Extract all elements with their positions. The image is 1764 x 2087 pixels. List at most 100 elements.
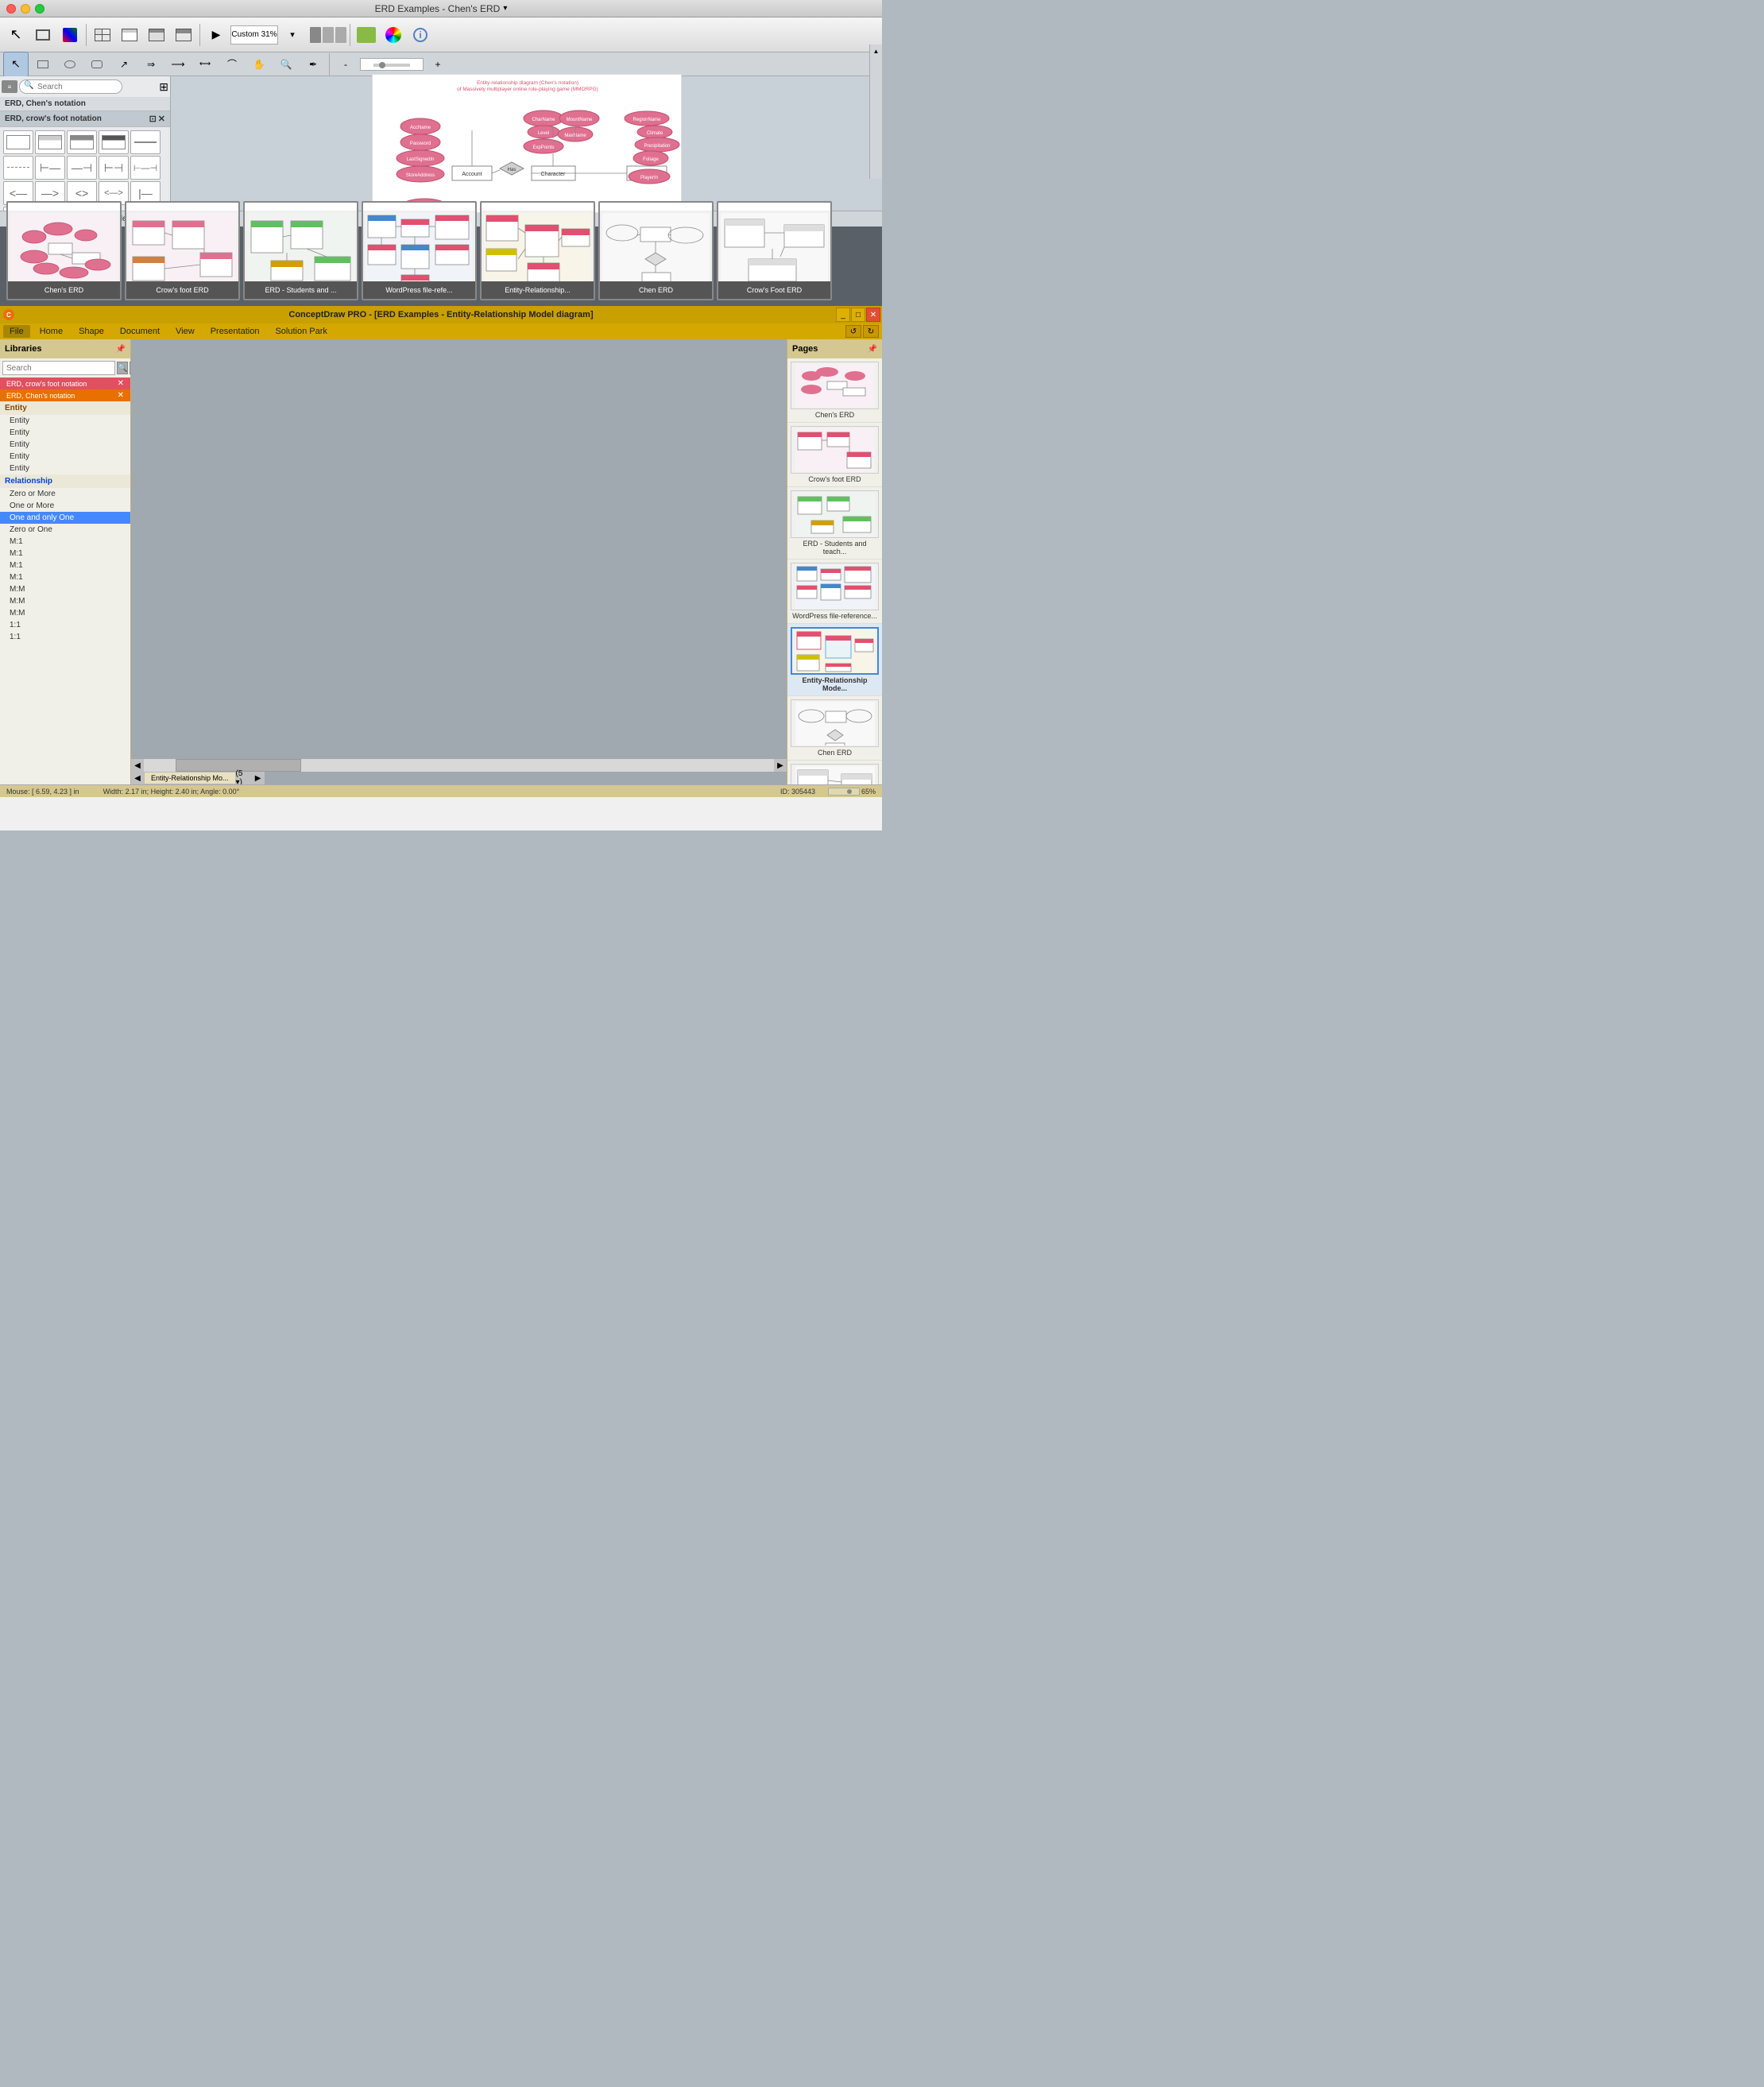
sidebar-section-chen[interactable]: ERD, Chen's notation bbox=[0, 97, 170, 111]
page-thumb-chens[interactable]: Chen's ERD bbox=[787, 358, 882, 423]
lib-m1-4[interactable]: M:1 bbox=[0, 571, 130, 583]
page-thumb-crowsfoot[interactable]: Crow's foot ERD bbox=[787, 423, 882, 487]
zoom-slider[interactable] bbox=[360, 58, 424, 71]
thumb-students-erd[interactable]: ERD - Students and ... bbox=[243, 201, 358, 300]
dropdown-arrow[interactable]: ▾ bbox=[503, 4, 507, 13]
section-crowsfoot-close[interactable]: ✕ bbox=[158, 114, 165, 124]
lib-mm-2[interactable]: M:M bbox=[0, 595, 130, 607]
menu-view[interactable]: View bbox=[169, 325, 201, 338]
tool-connector[interactable]: ⌒ bbox=[219, 52, 245, 77]
sidebar-section-crowsfoot[interactable]: ERD, crow's foot notation ⊡ ✕ bbox=[0, 111, 170, 127]
menu-presentation[interactable]: Presentation bbox=[204, 325, 266, 338]
lib-search-input[interactable] bbox=[2, 361, 115, 375]
win-maximize-btn[interactable]: □ bbox=[851, 308, 865, 322]
toolbar-btn-table[interactable] bbox=[90, 22, 115, 48]
menu-solution-park[interactable]: Solution Park bbox=[269, 325, 333, 338]
lib-entity-2[interactable]: Entity bbox=[0, 427, 130, 439]
scroll-left-btn[interactable]: ◀ bbox=[131, 759, 144, 772]
shape-item-entity-1[interactable] bbox=[3, 130, 33, 154]
tool-oval[interactable] bbox=[57, 52, 83, 77]
toolbar-btn-table2[interactable] bbox=[117, 22, 142, 48]
lib-mm-1[interactable]: M:M bbox=[0, 583, 130, 595]
page-view-btn-2[interactable] bbox=[323, 27, 334, 43]
shape-item-arrow-2[interactable]: —⊣ bbox=[67, 156, 97, 180]
lib-zero-or-more[interactable]: Zero or More bbox=[0, 488, 130, 500]
zoom-dropdown[interactable]: ▾ bbox=[280, 22, 305, 48]
lib-entity-5[interactable]: Entity bbox=[0, 463, 130, 474]
menu-document[interactable]: Document bbox=[114, 325, 166, 338]
toolbar-color-wheel[interactable] bbox=[381, 22, 406, 48]
toolbar-btn-table3[interactable] bbox=[144, 22, 169, 48]
toolbar-btn-rect[interactable] bbox=[30, 22, 56, 48]
lib-11-2[interactable]: 1:1 bbox=[0, 631, 130, 643]
close-button[interactable] bbox=[6, 4, 16, 14]
tool-arrow4[interactable]: ⟷ bbox=[192, 52, 218, 77]
right-scrollbar[interactable]: ▲ bbox=[869, 45, 882, 179]
lib-item-crowsfoot[interactable]: ERD, crow's foot notation ✕ bbox=[0, 378, 130, 389]
zoom-in-btn[interactable]: + bbox=[425, 52, 451, 77]
toolbar-btn-color[interactable] bbox=[57, 22, 83, 48]
page-thumb-crowsfoot-2[interactable]: Crow's Foot ERD bbox=[787, 761, 882, 784]
thumb-crowsfoot-erd[interactable]: Crow's foot ERD bbox=[125, 201, 240, 300]
menu-shape[interactable]: Shape bbox=[72, 325, 110, 338]
page-thumb-wordpress[interactable]: WordPress file-reference... bbox=[787, 560, 882, 624]
lib-m1-1[interactable]: M:1 bbox=[0, 536, 130, 548]
tool-rect[interactable] bbox=[30, 52, 56, 77]
pages-pin[interactable]: 📌 bbox=[868, 345, 877, 354]
scroll-right-btn[interactable]: ▶ bbox=[774, 759, 787, 772]
lib-zero-or-one[interactable]: Zero or One bbox=[0, 524, 130, 536]
shape-item-line-1[interactable] bbox=[130, 130, 161, 154]
lib-search-btn[interactable]: 🔍 bbox=[117, 362, 128, 374]
lib-11-1[interactable]: 1:1 bbox=[0, 619, 130, 631]
lib-entity-1[interactable]: Entity bbox=[0, 415, 130, 427]
toolbar-btn-win1[interactable]: ↺ bbox=[845, 325, 861, 338]
lib-chen-close[interactable]: ✕ bbox=[118, 391, 124, 400]
thumb-crowsfoot-erd-2[interactable]: Crow's Foot ERD bbox=[717, 201, 832, 300]
minimize-button[interactable] bbox=[21, 4, 30, 14]
fullscreen-button[interactable] bbox=[35, 4, 44, 14]
libraries-pin[interactable]: 📌 bbox=[116, 345, 126, 354]
mac-erd-canvas[interactable]: Entity-relationship diagram (Chen's nota… bbox=[372, 74, 682, 213]
tool-arrow1[interactable]: ↗ bbox=[111, 52, 137, 77]
page-thumb-students[interactable]: ERD - Students and teach... bbox=[787, 487, 882, 560]
lib-item-chen[interactable]: ERD, Chen's notation ✕ bbox=[0, 389, 130, 401]
menu-file[interactable]: File bbox=[3, 325, 30, 338]
toolbar-btn-win2[interactable]: ↻ bbox=[863, 325, 879, 338]
thumb-entity-rel[interactable]: Entity-Relationship... bbox=[480, 201, 595, 300]
page-view-btn-3[interactable] bbox=[335, 27, 346, 43]
menu-home[interactable]: Home bbox=[33, 325, 69, 338]
lib-mm-3[interactable]: M:M bbox=[0, 607, 130, 619]
page-thumb-entity-rel[interactable]: Entity-Relationship Mode... bbox=[787, 624, 882, 696]
toolbar-btn-table4[interactable] bbox=[171, 22, 196, 48]
page-thumb-chen[interactable]: Chen ERD bbox=[787, 696, 882, 761]
page-tab-erm[interactable]: Entity-Relationship Mo... bbox=[144, 772, 236, 784]
shape-item-arrow-4[interactable]: ⊢—⊣ bbox=[130, 156, 161, 180]
toolbar-btn-play[interactable]: ▶ bbox=[203, 22, 229, 48]
shape-item-line-2[interactable] bbox=[3, 156, 33, 180]
win-canvas-area[interactable]: (1,1) (0,1) (0,n) (0,1) (0,1) (0,1) bbox=[131, 339, 787, 784]
tool-arrow2[interactable]: ⇒ bbox=[138, 52, 164, 77]
thumb-wordpress-erd[interactable]: WordPress file-refe... bbox=[362, 201, 477, 300]
sidebar-options-btn[interactable]: ⊞ bbox=[159, 80, 168, 94]
win-hscroll[interactable]: ◀ ▶ bbox=[131, 759, 787, 772]
page-view-btn-1[interactable] bbox=[310, 27, 321, 43]
shape-item-arrow-3[interactable]: ⊢⊣ bbox=[99, 156, 129, 180]
tool-zoom[interactable]: 🔍 bbox=[273, 52, 299, 77]
search-input[interactable] bbox=[19, 79, 122, 94]
lib-entity-4[interactable]: Entity bbox=[0, 451, 130, 463]
zoom-display[interactable]: Custom 31% bbox=[230, 25, 278, 45]
sidebar-view-btn[interactable]: ≡ bbox=[2, 80, 17, 93]
tool-arrow3[interactable]: ⟶ bbox=[165, 52, 191, 77]
tool-hand[interactable]: ✋ bbox=[246, 52, 272, 77]
lib-m1-3[interactable]: M:1 bbox=[0, 560, 130, 571]
win-zoom-slider[interactable] bbox=[828, 788, 860, 796]
toolbar-btn-arrow[interactable]: ↖ bbox=[3, 22, 29, 48]
win-close-btn[interactable]: ✕ bbox=[866, 308, 880, 322]
zoom-out-btn[interactable]: - bbox=[333, 52, 358, 77]
tool-pen[interactable]: ✒ bbox=[300, 52, 326, 77]
shape-item-arrow-1[interactable]: ⊢— bbox=[35, 156, 65, 180]
tool-select[interactable]: ↖ bbox=[3, 52, 29, 77]
lib-one-and-only-one[interactable]: One and only One bbox=[0, 512, 130, 524]
toolbar-map-btn[interactable] bbox=[354, 22, 379, 48]
win-minimize-btn[interactable]: _ bbox=[836, 308, 850, 322]
